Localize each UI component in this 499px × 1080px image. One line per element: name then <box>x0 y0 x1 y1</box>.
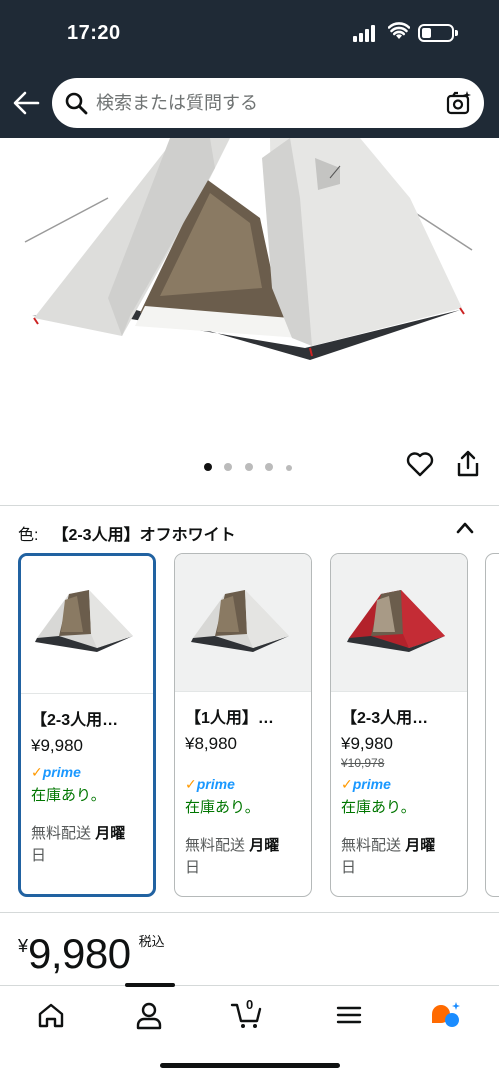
pagination-dot[interactable] <box>285 465 292 471</box>
status-time: 17:20 <box>67 22 121 44</box>
variant-thumbnail <box>331 554 467 691</box>
pagination-dot[interactable] <box>265 463 274 471</box>
cellular-signal-icon <box>353 24 379 42</box>
shipping-info: 無料配送 月曜日 <box>185 837 280 876</box>
variant-card[interactable] <box>485 553 499 897</box>
price-tax-label: 税込 <box>138 934 165 949</box>
shipping-info: 無料配送 月曜日 <box>31 825 126 864</box>
pagination-dot[interactable] <box>244 463 253 471</box>
stock-status: 在庫あり。 <box>341 799 416 816</box>
divider <box>0 912 499 913</box>
pagination-dot[interactable] <box>224 463 233 471</box>
camera-search-icon[interactable] <box>446 90 472 116</box>
account-icon[interactable] <box>132 1000 166 1030</box>
search-icon <box>65 92 88 115</box>
image-pagination-dots[interactable] <box>204 458 300 471</box>
variant-name: 【2-3人用… <box>341 710 429 727</box>
variant-old-price: ¥10,978 <box>341 756 385 770</box>
shipping-info: 無料配送 月曜日 <box>341 837 436 876</box>
variant-label-row: 色: 【2-3人用】オフホワイト <box>18 521 236 545</box>
variant-name: 【1人用】… <box>185 710 274 727</box>
variant-details: 【1人用】… ¥8,980 ✓prime 在庫あり。 無料配送 月曜日 <box>175 691 311 879</box>
share-icon[interactable] <box>456 450 480 478</box>
back-arrow-icon[interactable] <box>12 90 40 116</box>
app-header: 17:20 <box>0 0 499 138</box>
prime-badge: ✓prime <box>31 764 81 780</box>
price-amount: 9,980 <box>28 930 131 977</box>
search-input[interactable] <box>96 88 426 118</box>
product-image[interactable] <box>0 138 499 440</box>
menu-icon[interactable] <box>332 1000 366 1030</box>
variant-price: ¥8,980 <box>185 734 237 753</box>
variant-price: ¥9,980 <box>31 736 83 755</box>
search-bar[interactable] <box>52 78 484 128</box>
variant-selected-value: 【2-3人用】オフホワイト <box>52 527 236 544</box>
stock-status: 在庫あり。 <box>185 799 260 816</box>
pagination-dot[interactable] <box>204 463 212 471</box>
variant-card[interactable]: 【1人用】… ¥8,980 ✓prime 在庫あり。 無料配送 月曜日 <box>174 553 312 897</box>
variant-price: ¥9,980 <box>341 734 393 753</box>
variant-carousel[interactable]: 【2-3人用… ¥9,980 ✓prime 在庫あり。 無料配送 月曜日 【1人… <box>0 553 499 899</box>
variant-label: 色: <box>18 527 39 544</box>
active-tab-indicator <box>125 983 175 987</box>
cart-count: 0 <box>246 997 254 1012</box>
wifi-icon <box>388 22 410 39</box>
price-currency: ¥ <box>18 936 29 956</box>
cart-button[interactable]: 0 <box>230 997 264 1030</box>
divider <box>0 505 499 506</box>
variant-name: 【2-3人用… <box>31 712 119 729</box>
chevron-up-icon[interactable] <box>456 521 474 535</box>
variant-card[interactable]: 【2-3人用… ¥9,980 ¥10,978 ✓prime 在庫あり。 無料配送… <box>330 553 468 897</box>
variant-details: 【2-3人用… ¥9,980 ¥10,978 ✓prime 在庫あり。 無料配送… <box>331 691 467 879</box>
home-indicator <box>160 1063 340 1068</box>
variant-thumbnail <box>175 554 311 691</box>
status-bar: 17:20 <box>0 0 499 66</box>
variant-details: 【2-3人用… ¥9,980 ✓prime 在庫あり。 無料配送 月曜日 <box>21 693 153 867</box>
prime-badge: ✓prime <box>341 776 391 792</box>
home-icon[interactable] <box>34 1000 68 1030</box>
prime-badge: ✓prime <box>185 776 235 792</box>
heart-icon[interactable] <box>406 451 434 477</box>
variant-card[interactable]: 【2-3人用… ¥9,980 ✓prime 在庫あり。 無料配送 月曜日 <box>18 553 156 897</box>
battery-icon <box>418 24 458 42</box>
product-price: ¥9,980 税込 <box>18 930 165 978</box>
rufus-assistant-icon[interactable] <box>428 1000 462 1030</box>
variant-thumbnail <box>21 556 153 693</box>
stock-status: 在庫あり。 <box>31 787 106 804</box>
